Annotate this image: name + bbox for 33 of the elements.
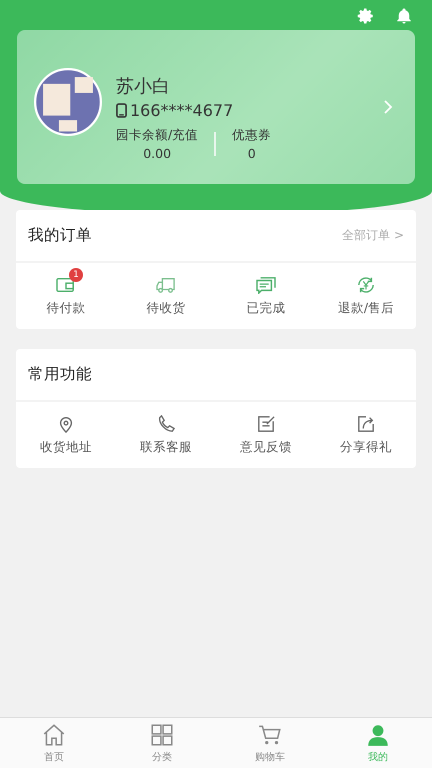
phone-icon [116, 102, 127, 118]
function-item[interactable]: 收货地址 [16, 402, 116, 468]
message-icon [255, 276, 277, 294]
refund-icon [355, 276, 377, 294]
chevron-right-icon[interactable] [383, 99, 393, 115]
home-icon [41, 722, 67, 748]
avatar-icon [34, 68, 102, 136]
stat-value: 0.00 [143, 146, 172, 160]
order-status-item[interactable]: 待收货 [116, 263, 216, 329]
stat-label[interactable]: 园卡余额/充值 [116, 126, 198, 144]
stat-label[interactable]: 优惠券 [232, 126, 272, 144]
tab-item[interactable]: 分类 [108, 718, 216, 768]
edit-icon [255, 414, 277, 432]
count-badge: 1 [69, 268, 83, 282]
order-status-item[interactable]: 1 待付款 [16, 263, 116, 329]
share-icon [355, 414, 377, 432]
order-status-item[interactable]: 退款/售后 [316, 263, 416, 329]
grid-icon [149, 722, 175, 748]
function-item[interactable]: 分享得礼 [316, 402, 416, 468]
user-name: 苏小白 [116, 74, 171, 98]
settings-icon[interactable] [357, 7, 375, 25]
section-title: 常用功能 [28, 364, 92, 385]
stat-value: 0 [248, 146, 256, 160]
section-title: 我的订单 [28, 225, 92, 246]
bell-icon[interactable] [395, 7, 413, 25]
tab-item[interactable]: 购物车 [216, 718, 324, 768]
function-item[interactable]: 意见反馈 [216, 402, 316, 468]
phone-number: 166****4677 [130, 100, 234, 120]
profile-card[interactable]: 苏小白 166****4677 园卡余额/充值 0.00 优惠券 0 [17, 30, 415, 184]
wallet-icon [55, 276, 77, 294]
order-status-item[interactable]: 已完成 [216, 263, 316, 329]
function-item[interactable]: 联系客服 [116, 402, 216, 468]
truck-icon [155, 276, 177, 294]
